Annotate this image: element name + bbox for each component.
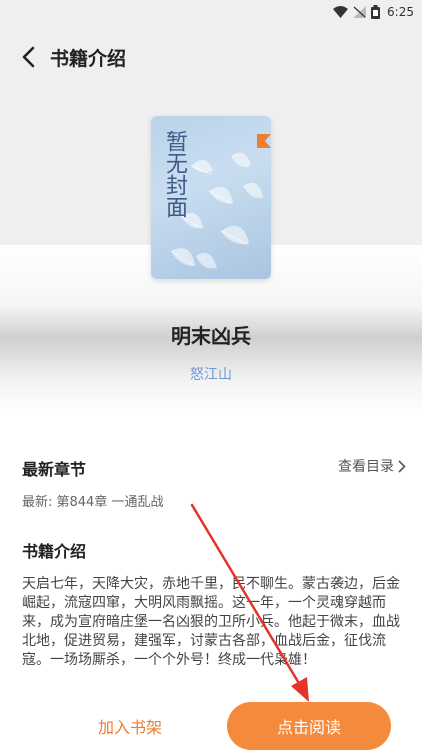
bookmark-flag-icon — [257, 134, 271, 148]
wifi-icon — [333, 6, 349, 18]
book-cover[interactable]: 暂无封面 — [151, 116, 271, 279]
status-time: 6:25 — [387, 5, 414, 19]
section-divider — [0, 415, 422, 425]
no-signal-icon — [353, 6, 367, 18]
latest-chapter-text[interactable]: 最新: 第844章 一通乱战 — [22, 491, 163, 510]
chevron-right-icon — [398, 459, 406, 473]
page-title: 书籍介绍 — [50, 47, 127, 70]
title-bar: 书籍介绍 — [0, 36, 422, 78]
battery-icon — [371, 5, 381, 19]
status-icons: 6:25 — [333, 2, 414, 22]
status-bar: 6:25 — [0, 0, 422, 24]
latest-chapter-heading: 最新章节 — [22, 460, 87, 479]
chevron-left-icon — [22, 46, 35, 68]
cover-placeholder-text: 暂无封面 — [162, 130, 187, 218]
view-catalog-link[interactable]: 查看目录 — [338, 456, 406, 476]
start-reading-button[interactable]: 点击阅读 — [227, 702, 391, 750]
intro-heading: 书籍介绍 — [22, 542, 87, 561]
book-title: 明末凶兵 — [171, 324, 251, 348]
view-catalog-label: 查看目录 — [338, 459, 394, 475]
back-button[interactable] — [6, 36, 50, 78]
book-author[interactable]: 怒江山 — [0, 364, 422, 384]
intro-text: 天启七年，天降大灾，赤地千里，民不聊生。蒙古袭边，后金崛起，流寇四窜，大明风雨飘… — [22, 576, 400, 668]
add-to-shelf-button[interactable]: 加入书架 — [60, 706, 200, 746]
